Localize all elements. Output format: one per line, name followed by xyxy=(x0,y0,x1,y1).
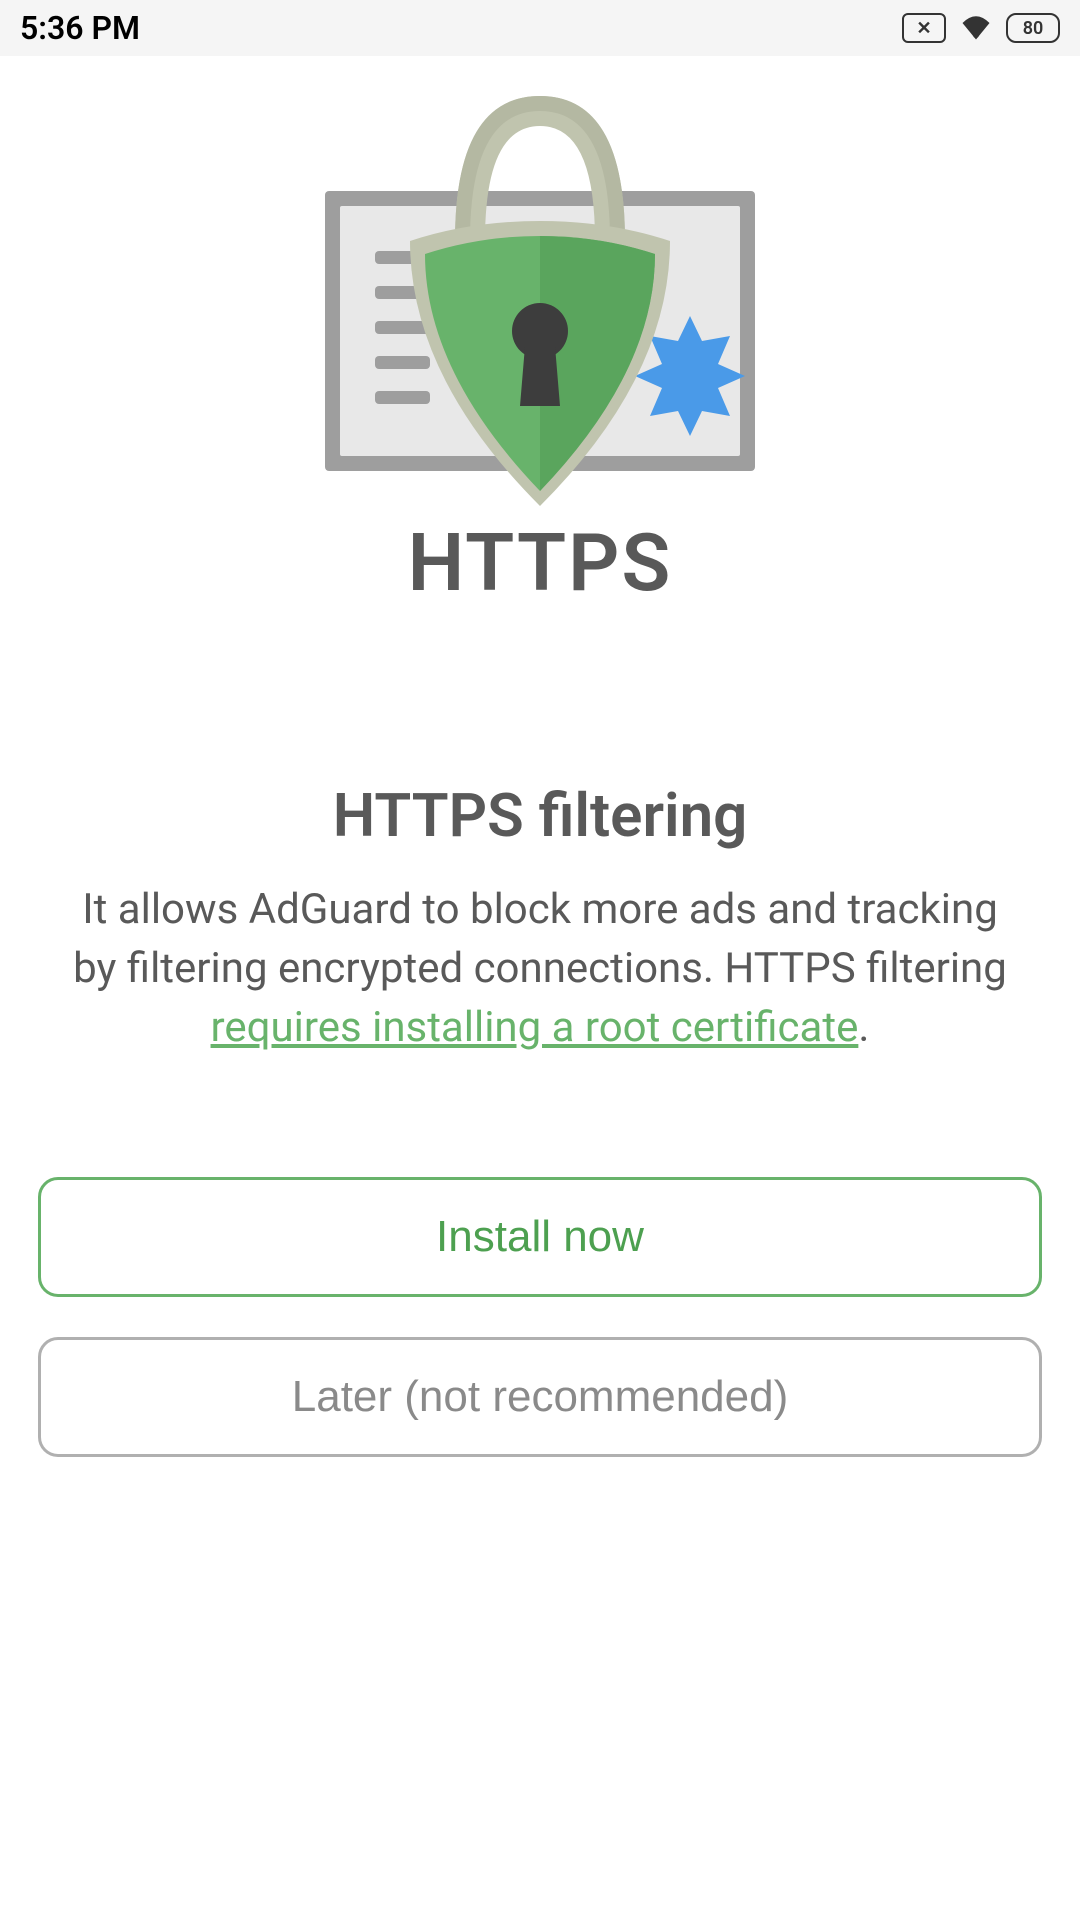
root-certificate-link[interactable]: requires installing a root certificate xyxy=(211,1003,859,1052)
wifi-icon xyxy=(958,12,994,44)
battery-level: 80 xyxy=(1023,18,1044,39)
description-part2: . xyxy=(858,1003,869,1052)
page-title: HTTPS filtering xyxy=(333,780,748,851)
status-bar: 5:36 PM ✕ 80 xyxy=(0,0,1080,56)
button-container: Install now Later (not recommended) xyxy=(0,1177,1080,1457)
status-time: 5:36 PM xyxy=(20,9,140,47)
close-box-icon: ✕ xyxy=(902,13,946,43)
description-part1: It allows AdGuard to block more ads and … xyxy=(73,885,1007,993)
description-text: It allows AdGuard to block more ads and … xyxy=(0,881,1080,1057)
https-illustration xyxy=(240,66,840,506)
later-button[interactable]: Later (not recommended) xyxy=(38,1337,1042,1457)
https-label: HTTPS xyxy=(408,516,673,610)
install-now-button[interactable]: Install now xyxy=(38,1177,1042,1297)
battery-icon: 80 xyxy=(1006,13,1060,43)
status-icons: ✕ 80 xyxy=(902,12,1060,44)
main-content: HTTPS HTTPS filtering It allows AdGuard … xyxy=(0,56,1080,1457)
